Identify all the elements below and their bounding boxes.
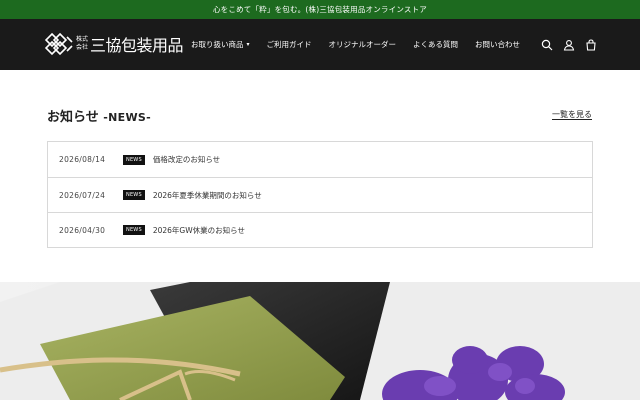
news-text: 価格改定のお知らせ bbox=[152, 155, 221, 164]
announcement-text: 心をこめて「粋」を包む。(株)三協包装用品オンラインストア bbox=[212, 5, 427, 14]
news-heading-jp: お知らせ bbox=[47, 110, 99, 125]
news-date: 2026/04/30 bbox=[59, 225, 106, 235]
hero-banner-image bbox=[0, 282, 640, 400]
search-icon[interactable] bbox=[540, 38, 554, 52]
news-heading: お知らせ -NEWS- bbox=[47, 106, 151, 125]
logo-mark-icon bbox=[45, 32, 73, 56]
news-badge: NEWS bbox=[123, 190, 145, 200]
logo-brand-name: 三協包装用品 bbox=[90, 36, 184, 55]
main-nav: お取り扱い商品 ▾ ご利用ガイド オリジナルオーダー よくある質問 お問い合わせ bbox=[191, 19, 537, 70]
nav-item-original-order[interactable]: オリジナルオーダー bbox=[329, 39, 397, 50]
news-list: 2026/08/14 NEWS 価格改定のお知らせ 2026/07/24 NEW… bbox=[47, 141, 593, 248]
account-icon[interactable] bbox=[562, 38, 576, 52]
logo-company-type: 株式 会社 bbox=[76, 36, 89, 51]
nav-item-faq[interactable]: よくある質問 bbox=[413, 39, 458, 50]
announcement-bar: 心をこめて「粋」を包む。(株)三協包装用品オンラインストア bbox=[0, 0, 640, 19]
nav-item-guide[interactable]: ご利用ガイド bbox=[267, 39, 312, 50]
site-header: 株式 会社 三協包装用品 お取り扱い商品 ▾ ご利用ガイド オリジナルオーダー … bbox=[0, 19, 640, 70]
news-item[interactable]: 2026/04/30 NEWS 2026年GW休業のお知らせ bbox=[48, 212, 592, 247]
news-heading-en: -NEWS- bbox=[103, 111, 151, 124]
see-all-link[interactable]: 一覧を見る bbox=[552, 109, 592, 120]
logo[interactable]: 株式 会社 三協包装用品 bbox=[45, 31, 184, 57]
hero-illustration bbox=[0, 282, 640, 400]
cart-icon[interactable] bbox=[584, 38, 598, 52]
nav-item-products[interactable]: お取り扱い商品 ▾ bbox=[191, 39, 250, 50]
news-badge: NEWS bbox=[123, 154, 145, 165]
news-text: 2026年GW休業のお知らせ bbox=[152, 225, 245, 235]
news-item[interactable]: 2026/08/14 NEWS 価格改定のお知らせ bbox=[48, 142, 592, 177]
header-icons bbox=[532, 19, 598, 70]
news-date: 2026/07/24 bbox=[59, 190, 106, 200]
news-item[interactable]: 2026/07/24 NEWS 2026年夏季休業期間のお知らせ bbox=[48, 177, 592, 212]
chevron-down-icon: ▾ bbox=[246, 41, 250, 48]
nav-item-contact[interactable]: お問い合わせ bbox=[475, 39, 520, 50]
news-date: 2026/08/14 bbox=[59, 155, 106, 164]
news-text: 2026年夏季休業期間のお知らせ bbox=[152, 190, 262, 200]
news-badge: NEWS bbox=[123, 225, 145, 235]
